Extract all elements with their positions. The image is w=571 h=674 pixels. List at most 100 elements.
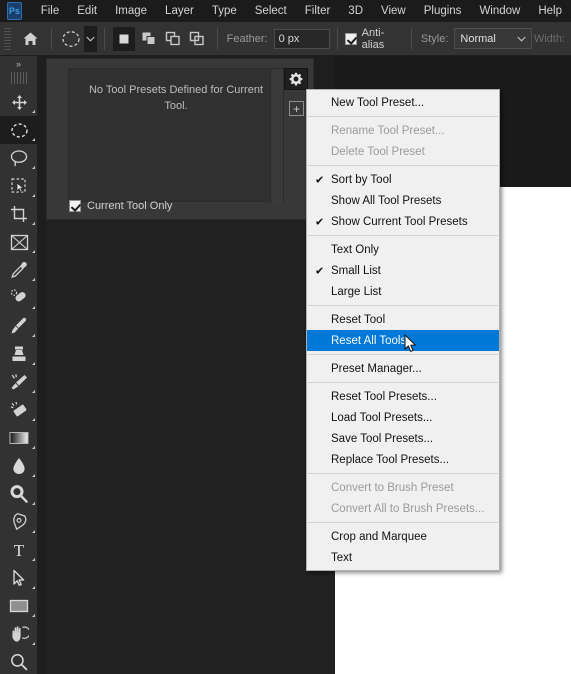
menu-layer[interactable]: Layer xyxy=(156,2,203,20)
tool-group-corner-icon xyxy=(32,250,35,253)
ctx-show-current-tool-presets[interactable]: ✔ Show Current Tool Presets xyxy=(307,211,499,232)
ctx-show-all-tool-presets[interactable]: Show All Tool Presets xyxy=(307,190,499,211)
ctx-convert-to-brush-preset: Convert to Brush Preset xyxy=(331,481,454,494)
menu-edit[interactable]: Edit xyxy=(68,2,106,20)
current-tool-only-row[interactable]: Current Tool Only xyxy=(69,200,172,212)
ctx-reset-all-tools[interactable]: Reset All Tools xyxy=(307,330,499,351)
options-separator-1 xyxy=(50,27,52,50)
tools-panel-grip[interactable] xyxy=(10,72,27,84)
tool-group-corner-icon xyxy=(32,446,35,449)
intersect-with-selection-button[interactable] xyxy=(186,27,208,51)
ctx-text-only[interactable]: Text Only xyxy=(307,239,499,260)
ctx-separator xyxy=(308,116,498,117)
new-selection-button[interactable] xyxy=(112,26,136,51)
tool-group-corner-icon xyxy=(32,558,35,561)
options-bar-grip[interactable] xyxy=(4,27,12,50)
tool-group-corner-icon xyxy=(32,166,35,169)
chevron-down-icon xyxy=(517,36,526,42)
tool-brush[interactable] xyxy=(0,312,38,340)
menu-select[interactable]: Select xyxy=(246,2,296,20)
feather-label: Feather: xyxy=(226,32,268,45)
ctx-preset-manager[interactable]: Preset Manager... xyxy=(307,358,499,379)
ctx-show-current-tool-presets-label: Show Current Tool Presets xyxy=(331,215,468,228)
ctx-small-list[interactable]: ✔ Small List xyxy=(307,260,499,281)
style-select-value: Normal xyxy=(460,32,496,45)
menu-view[interactable]: View xyxy=(372,2,415,20)
tool-elliptical-marquee[interactable] xyxy=(0,116,38,144)
tool-pen[interactable] xyxy=(0,508,38,536)
panel-menu-gear-button[interactable] xyxy=(284,68,308,90)
workspace-left-gutter xyxy=(38,56,46,674)
ctx-sort-by-tool[interactable]: ✔ Sort by Tool xyxy=(307,169,499,190)
ctx-save-tool-presets[interactable]: Save Tool Presets... xyxy=(307,428,499,449)
tool-lasso[interactable] xyxy=(0,144,38,172)
menu-bar: Ps File Edit Image Layer Type Select Fil… xyxy=(0,0,571,22)
tool-rotate-view[interactable] xyxy=(0,620,38,648)
ctx-separator xyxy=(308,235,498,236)
workspace-background xyxy=(38,220,335,674)
current-tool-preset-picker[interactable] xyxy=(58,25,83,52)
ctx-new-tool-preset[interactable]: New Tool Preset... xyxy=(307,92,499,113)
ctx-large-list[interactable]: Large List xyxy=(307,281,499,302)
tool-group-corner-icon xyxy=(32,502,35,505)
ctx-crop-and-marquee[interactable]: Crop and Marquee xyxy=(307,526,499,547)
ctx-replace-tool-presets[interactable]: Replace Tool Presets... xyxy=(307,449,499,470)
tool-blur[interactable] xyxy=(0,452,38,480)
subtract-from-selection-button[interactable] xyxy=(162,27,184,51)
ctx-delete-tool-preset: Delete Tool Preset xyxy=(331,145,425,158)
menu-filter[interactable]: Filter xyxy=(296,2,340,20)
ctx-separator xyxy=(308,165,498,166)
tool-rectangle[interactable] xyxy=(0,592,38,620)
menu-image[interactable]: Image xyxy=(106,2,156,20)
tool-presets-scrollbar[interactable] xyxy=(270,69,283,203)
tool-object-selection[interactable] xyxy=(0,172,38,200)
tool-clone-stamp[interactable] xyxy=(0,340,38,368)
tool-eraser[interactable] xyxy=(0,396,38,424)
menu-plugins[interactable]: Plugins xyxy=(415,2,471,20)
anti-alias-checkbox[interactable] xyxy=(345,32,357,45)
tool-group-corner-icon xyxy=(32,642,35,645)
tool-spot-healing-brush[interactable] xyxy=(0,284,38,312)
tool-preset-dropdown-arrow[interactable] xyxy=(83,25,97,52)
ctx-small-list-label: Small List xyxy=(331,264,381,277)
tool-group-corner-icon xyxy=(32,194,35,197)
options-separator-3 xyxy=(216,27,218,50)
ctx-reset-tool-presets[interactable]: Reset Tool Presets... xyxy=(307,386,499,407)
menu-3d[interactable]: 3D xyxy=(339,2,372,20)
menu-type[interactable]: Type xyxy=(203,2,246,20)
home-button[interactable] xyxy=(17,25,43,53)
menu-window[interactable]: Window xyxy=(470,2,529,20)
feather-input[interactable]: 0 px xyxy=(273,28,331,49)
options-separator-5 xyxy=(410,27,412,50)
tool-gradient[interactable] xyxy=(0,424,38,452)
options-separator-4 xyxy=(337,27,339,50)
mouse-cursor-icon xyxy=(404,334,418,359)
tool-presets-list[interactable]: No Tool Presets Defined for Current Tool… xyxy=(68,68,284,203)
tool-path-selection[interactable] xyxy=(0,564,38,592)
tool-crop[interactable] xyxy=(0,200,38,228)
menu-file[interactable]: File xyxy=(32,2,69,20)
tool-history-brush[interactable] xyxy=(0,368,38,396)
ctx-reset-tool[interactable]: Reset Tool xyxy=(307,309,499,330)
add-to-selection-button[interactable] xyxy=(137,27,159,51)
current-tool-only-checkbox[interactable] xyxy=(69,200,81,212)
anti-alias-label: Anti-alias xyxy=(361,26,385,51)
ctx-separator xyxy=(308,354,498,355)
tool-dodge[interactable] xyxy=(0,480,38,508)
tool-group-corner-icon xyxy=(32,138,35,141)
chevron-double-right-icon[interactable]: » xyxy=(0,56,37,72)
tool-group-corner-icon xyxy=(32,110,35,113)
check-icon: ✔ xyxy=(315,265,325,277)
ctx-load-tool-presets[interactable]: Load Tool Presets... xyxy=(307,407,499,428)
create-new-tool-preset-button[interactable]: + xyxy=(289,101,304,116)
tool-eyedropper[interactable] xyxy=(0,256,38,284)
gear-icon xyxy=(289,72,303,86)
ctx-text[interactable]: Text xyxy=(307,547,499,568)
check-icon: ✔ xyxy=(315,174,325,186)
menu-help[interactable]: Help xyxy=(529,2,571,20)
tool-move[interactable] xyxy=(0,88,38,116)
style-select[interactable]: Normal xyxy=(454,28,532,49)
tool-zoom[interactable] xyxy=(0,648,38,674)
tool-frame[interactable] xyxy=(0,228,38,256)
tool-horizontal-type[interactable]: T xyxy=(0,536,38,564)
